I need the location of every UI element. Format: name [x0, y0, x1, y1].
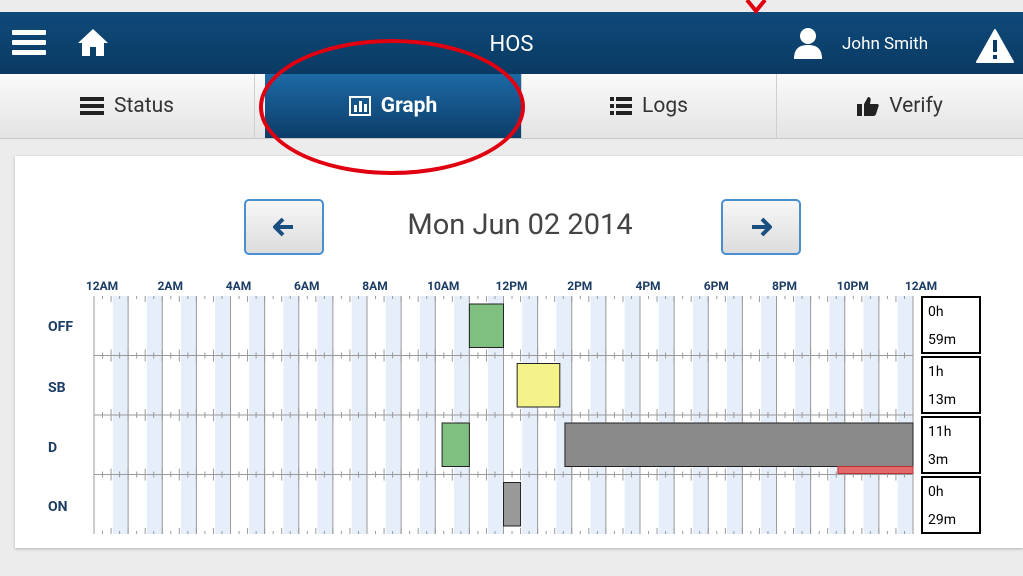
total-hours: 11h	[928, 424, 952, 440]
total-minutes: 29m	[928, 512, 957, 528]
duty-segment	[564, 422, 914, 467]
violation-bar	[837, 466, 914, 474]
duty-segment	[516, 363, 561, 408]
total-minutes: 3m	[928, 452, 949, 468]
total-minutes: 13m	[928, 392, 957, 408]
total-on: 0h 29m	[921, 476, 981, 534]
total-hours: 1h	[928, 364, 944, 380]
total-hours: 0h	[928, 484, 944, 500]
total-minutes: 59m	[928, 332, 957, 348]
duty-segment	[503, 482, 522, 527]
duty-segment	[441, 422, 470, 467]
highlight-ellipse	[259, 39, 525, 175]
total-d: 11h 3m	[921, 416, 981, 474]
highlight-mark	[745, 0, 767, 14]
total-sb: 1h 13m	[921, 356, 981, 414]
duty-segment	[468, 303, 504, 348]
total-hours: 0h	[928, 304, 944, 320]
total-off: 0h 59m	[921, 296, 981, 354]
